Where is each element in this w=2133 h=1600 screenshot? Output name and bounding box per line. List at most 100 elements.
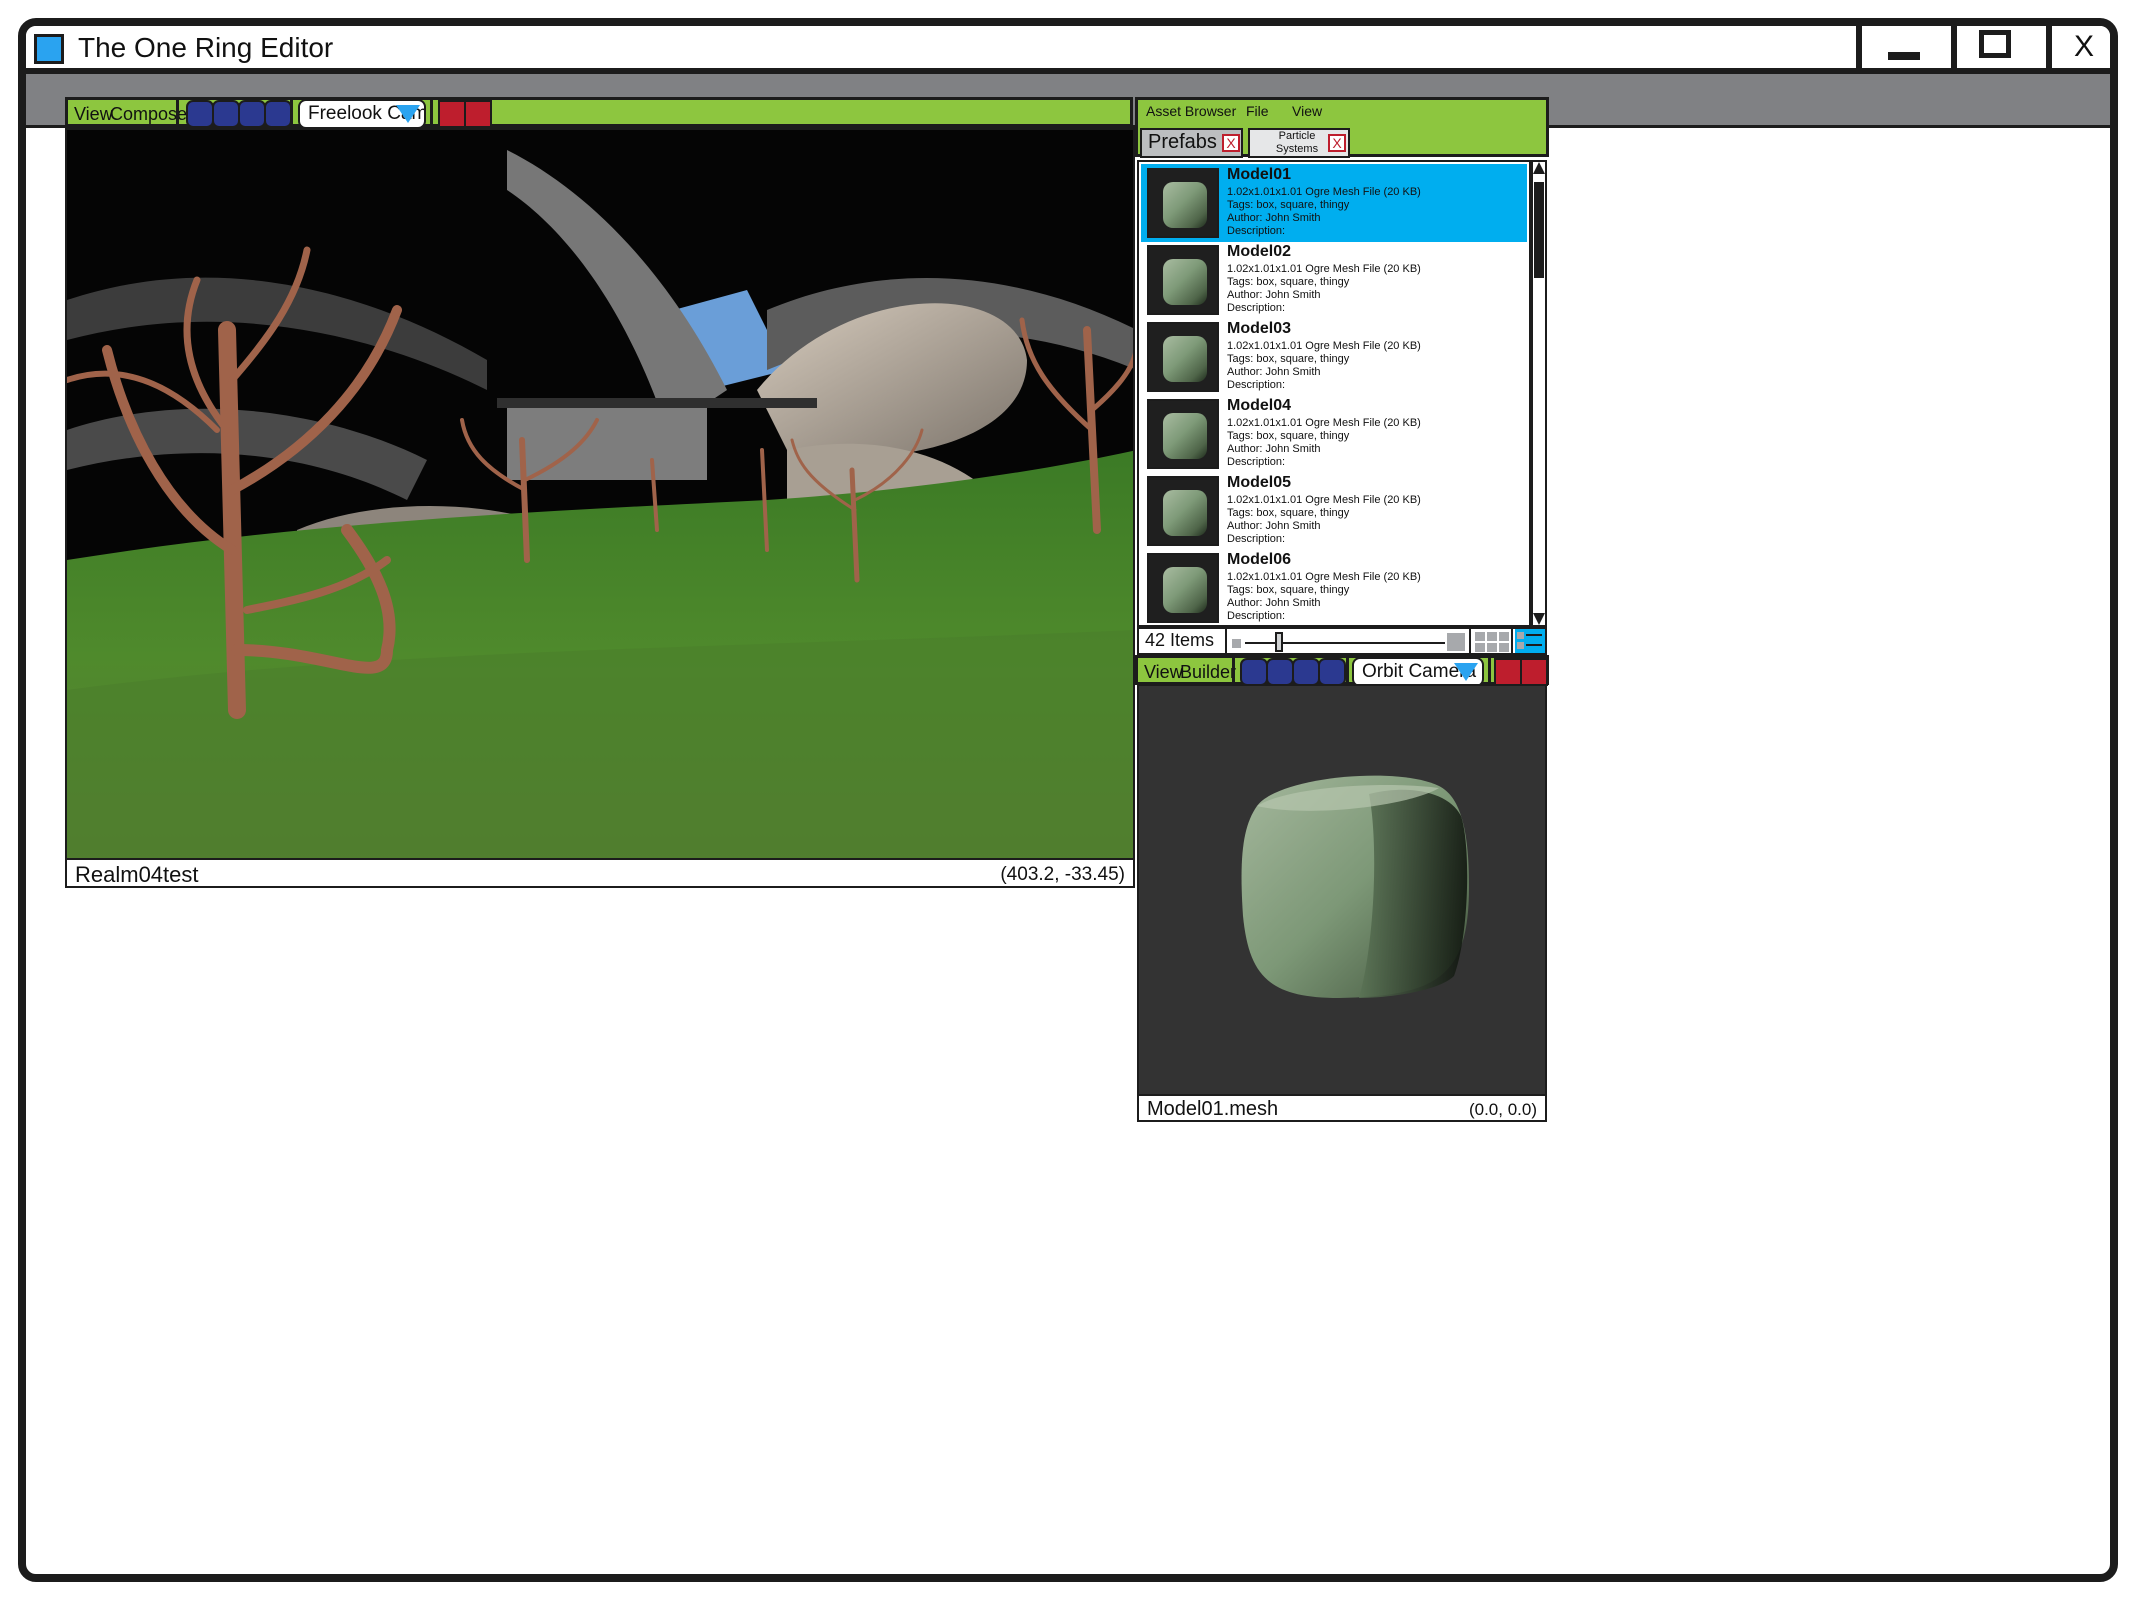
mesh-thumbnail — [1147, 476, 1219, 546]
asset-author: Author: John Smith — [1227, 289, 1321, 301]
zoom-out-icon[interactable] — [1232, 639, 1241, 648]
builder-camera-dropdown[interactable]: Orbit Camera — [1352, 657, 1484, 687]
tab-prefabs-label: Prefabs — [1148, 131, 1217, 153]
asset-tags: Tags: box, square, thingy — [1227, 276, 1350, 288]
tool-button-1[interactable] — [186, 100, 214, 128]
asset-list-scrollbar[interactable] — [1531, 160, 1547, 627]
item-count: 42 Items — [1145, 630, 1215, 650]
cube-icon — [1163, 259, 1207, 305]
asset-author: Author: John Smith — [1227, 520, 1321, 532]
toolbar-divider — [1346, 658, 1349, 682]
toolbar-divider — [1232, 658, 1235, 682]
chevron-down-icon — [396, 105, 420, 123]
composer-toolbar: View Composer Freelook Camera — [65, 97, 1133, 129]
cube-icon — [1163, 336, 1207, 382]
composer-mode-menu[interactable]: Composer — [110, 104, 193, 125]
composer-statusbar: Realm04test (403.2, -33.45) — [65, 858, 1135, 888]
asset-name: Model06 — [1227, 551, 1292, 568]
tool-button-3[interactable] — [238, 100, 266, 128]
asset-list-item[interactable]: Model01 1.02x1.01x1.01 Ogre Mesh File (20… — [1141, 164, 1527, 242]
asset-list-item[interactable]: Model06 1.02x1.01x1.01 Ogre Mesh File (20… — [1141, 549, 1527, 625]
minimize-button[interactable] — [1856, 26, 1944, 68]
asset-tags: Tags: box, square, thingy — [1227, 430, 1350, 442]
scroll-down-icon[interactable] — [1533, 613, 1545, 625]
builder-tool-button-3[interactable] — [1292, 658, 1320, 686]
asset-description: Description: — [1227, 379, 1286, 391]
asset-description: Description: — [1227, 225, 1286, 237]
asset-description: Description: — [1227, 302, 1286, 314]
asset-info: 1.02x1.01x1.01 Ogre Mesh File (20 KB) — [1227, 263, 1421, 275]
scroll-thumb[interactable] — [1534, 182, 1544, 278]
asset-tags: Tags: box, square, thingy — [1227, 199, 1350, 211]
list-view-icon[interactable] — [1515, 629, 1545, 653]
asset-list-item[interactable]: Model04 1.02x1.01x1.01 Ogre Mesh File (20… — [1141, 395, 1527, 473]
maximize-button[interactable] — [1951, 26, 2039, 68]
asset-item-bar: 42 Items — [1137, 627, 1547, 655]
chevron-down-icon — [1454, 663, 1478, 681]
asset-list-item[interactable]: Model05 1.02x1.01x1.01 Ogre Mesh File (20… — [1141, 472, 1527, 550]
maximize-icon — [1979, 30, 2011, 58]
scene-render — [67, 130, 1133, 858]
cube-icon — [1163, 182, 1207, 228]
composer-coordinates: (403.2, -33.45) — [1000, 864, 1125, 885]
cube-icon — [1163, 567, 1207, 613]
close-tab-icon[interactable]: X — [1222, 134, 1240, 152]
asset-info: 1.02x1.01x1.01 Ogre Mesh File (20 KB) — [1227, 186, 1421, 198]
window-title: The One Ring Editor — [78, 32, 334, 63]
tool-button-4[interactable] — [264, 100, 292, 128]
grid-view-icon[interactable] — [1475, 632, 1509, 652]
builder-view-menu[interactable]: View — [1144, 662, 1183, 683]
composer-view-menu[interactable]: View — [74, 104, 113, 125]
asset-info: 1.02x1.01x1.01 Ogre Mesh File (20 KB) — [1227, 340, 1421, 352]
asset-tags: Tags: box, square, thingy — [1227, 507, 1350, 519]
mesh-name: Model01.mesh — [1147, 1098, 1279, 1120]
mesh-thumbnail — [1147, 322, 1219, 392]
close-icon: X — [2074, 30, 2095, 63]
asset-browser-title: Asset Browser — [1146, 103, 1237, 119]
zoom-in-icon[interactable] — [1447, 633, 1465, 651]
scroll-up-icon[interactable] — [1533, 162, 1545, 174]
cube-icon — [1163, 490, 1207, 536]
close-tab-icon[interactable]: X — [1328, 134, 1346, 152]
builder-tool-button-1[interactable] — [1240, 658, 1268, 686]
tab-prefabs[interactable]: Prefabs X — [1140, 128, 1243, 158]
minimize-icon — [1888, 52, 1920, 60]
asset-author: Author: John Smith — [1227, 443, 1321, 455]
builder-viewport[interactable] — [1137, 684, 1547, 1096]
asset-list: Model01 1.02x1.01x1.01 Ogre Mesh File (20… — [1137, 160, 1531, 627]
asset-list-item[interactable]: Model02 1.02x1.01x1.01 Ogre Mesh File (20… — [1141, 241, 1527, 319]
action-button-1[interactable] — [438, 100, 466, 128]
toolbar-divider — [176, 100, 179, 124]
builder-action-button-2[interactable] — [1520, 658, 1548, 686]
close-button[interactable]: X — [2046, 26, 2110, 68]
asset-name: Model02 — [1227, 243, 1292, 260]
asset-browser-header: Asset Browser File View Prefabs X Partic… — [1135, 97, 1549, 158]
builder-tool-button-2[interactable] — [1266, 658, 1294, 686]
composer-camera-dropdown[interactable]: Freelook Camera — [298, 99, 426, 129]
asset-name: Model05 — [1227, 474, 1292, 491]
asset-name: Model01 — [1227, 166, 1292, 183]
builder-toolbar: View Builder Orbit Camera — [1135, 655, 1549, 687]
action-button-2[interactable] — [464, 100, 492, 128]
tool-button-2[interactable] — [212, 100, 240, 128]
builder-action-button-1[interactable] — [1494, 658, 1522, 686]
composer-viewport[interactable] — [65, 128, 1135, 860]
tab-particle-systems[interactable]: Particle Systems X — [1248, 128, 1350, 158]
asset-list-item[interactable]: Model03 1.02x1.01x1.01 Ogre Mesh File (20… — [1141, 318, 1527, 396]
builder-coordinates: (0.0, 0.0) — [1468, 1100, 1537, 1119]
asset-view-menu[interactable]: View — [1292, 103, 1322, 119]
tab-particle-label: Particle Systems — [1275, 130, 1319, 155]
asset-tags: Tags: box, square, thingy — [1227, 353, 1350, 365]
zoom-slider-handle[interactable] — [1275, 632, 1283, 652]
builder-tool-button-4[interactable] — [1318, 658, 1346, 686]
asset-author: Author: John Smith — [1227, 212, 1321, 224]
app-icon — [34, 34, 64, 64]
scene-name: Realm04test — [75, 862, 199, 887]
toolbar-divider — [430, 100, 433, 124]
asset-tags: Tags: box, square, thingy — [1227, 584, 1350, 596]
asset-file-menu[interactable]: File — [1246, 103, 1269, 119]
builder-mode-menu[interactable]: Builder — [1180, 662, 1236, 683]
builder-statusbar: Model01.mesh (0.0, 0.0) — [1137, 1094, 1547, 1122]
mesh-thumbnail — [1147, 245, 1219, 315]
asset-info: 1.02x1.01x1.01 Ogre Mesh File (20 KB) — [1227, 494, 1421, 506]
